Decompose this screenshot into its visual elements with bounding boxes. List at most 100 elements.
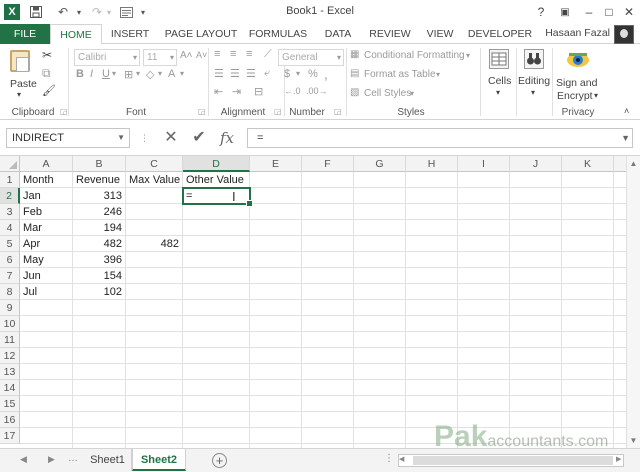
scroll-thumb[interactable] [413, 456, 613, 465]
insert-function-button[interactable]: fx [214, 128, 240, 148]
scroll-left-icon[interactable]: ◀ [399, 455, 404, 463]
conditional-formatting-dropdown-icon[interactable]: ▾ [466, 51, 470, 60]
tab-data[interactable]: DATA [316, 24, 360, 44]
column-header-d[interactable]: D [183, 156, 250, 172]
avatar[interactable] [614, 25, 634, 44]
tab-review[interactable]: REVIEW [364, 24, 416, 44]
formula-input[interactable]: = ▼ [247, 128, 633, 148]
column-header-e[interactable]: E [250, 156, 302, 172]
cut-icon[interactable]: ✂ [42, 48, 52, 62]
row-header-8[interactable]: 8 [0, 284, 20, 300]
cell-a3[interactable]: Feb [20, 204, 73, 220]
tab-formulas[interactable]: FORMULAS [244, 24, 312, 44]
cell-a5[interactable]: Apr [20, 236, 73, 252]
row-header-16[interactable]: 16 [0, 412, 20, 428]
sign-encrypt-line2[interactable]: Encrypt [557, 90, 593, 102]
decrease-decimal-icon[interactable]: .00→ [306, 86, 328, 96]
format-painter-icon[interactable]: 🖌 [42, 84, 56, 97]
cell-c2[interactable] [126, 188, 183, 204]
sheets-menu-icon[interactable]: … [68, 453, 78, 464]
tab-developer[interactable]: DEVELOPER [466, 24, 534, 44]
cell-styles-dropdown-icon[interactable]: ▾ [410, 89, 414, 98]
next-sheet-icon[interactable]: ▶ [48, 454, 55, 465]
vertical-scrollbar[interactable]: ▲ ▼ [626, 156, 640, 448]
wrap-text-icon[interactable]: ⤶ [264, 67, 270, 80]
row-header-5[interactable]: 5 [0, 236, 20, 252]
row-header-7[interactable]: 7 [0, 268, 20, 284]
borders-icon[interactable]: ⊞ [124, 68, 133, 81]
cell-c1[interactable]: Max Value [126, 172, 183, 188]
cell-c5[interactable]: 482 [126, 236, 183, 252]
editing-dropdown-icon[interactable]: ▾ [531, 88, 535, 97]
sign-encrypt-line1[interactable]: Sign and [556, 77, 597, 89]
row-header-3[interactable]: 3 [0, 204, 20, 220]
scroll-down-icon[interactable]: ▼ [627, 434, 640, 447]
cell-c7[interactable] [126, 268, 183, 284]
align-top-icon[interactable]: ≡ [214, 48, 220, 60]
row-header-10[interactable]: 10 [0, 316, 20, 332]
merge-center-icon[interactable]: ⊟ [254, 85, 263, 98]
fill-color-icon[interactable]: ◇ [146, 68, 154, 81]
cell-a1[interactable]: Month [20, 172, 73, 188]
tab-file[interactable]: FILE [0, 24, 50, 44]
cell-a4[interactable]: Mar [20, 220, 73, 236]
tab-home[interactable]: HOME [50, 24, 102, 45]
cell-a8[interactable]: Jul [20, 284, 73, 300]
help-icon[interactable]: ? [530, 2, 552, 22]
underline-dropdown-icon[interactable]: ▾ [112, 69, 116, 78]
sheet-tab-sheet2[interactable]: Sheet2 [132, 449, 186, 471]
cells-dropdown-icon[interactable]: ▾ [496, 88, 500, 97]
worksheet-grid[interactable]: A B C D E F G H I J K 1 2 3 4 5 6 7 8 9 … [0, 156, 626, 448]
cell-a6[interactable]: May [20, 252, 73, 268]
row-header-6[interactable]: 6 [0, 252, 20, 268]
active-cell-d2[interactable]: = I [182, 187, 253, 207]
bold-button[interactable]: B [76, 68, 84, 80]
conditional-formatting-button[interactable]: Conditional Formatting [364, 50, 465, 61]
maximize-icon[interactable]: □ [598, 2, 620, 22]
decrease-indent-icon[interactable]: ⇤ [214, 85, 223, 98]
editing-button[interactable]: Editing [518, 75, 550, 87]
row-header-14[interactable]: 14 [0, 380, 20, 396]
cell-styles-icon[interactable]: ▧ [350, 87, 359, 98]
add-sheet-button[interactable]: + [212, 453, 227, 468]
expand-formula-bar-icon[interactable]: ▼ [621, 129, 630, 147]
font-color-icon[interactable]: A [168, 68, 175, 80]
collapse-ribbon-icon[interactable]: ˄ [624, 106, 629, 116]
currency-button[interactable]: $ [284, 68, 290, 80]
scroll-right-icon[interactable]: ▶ [616, 455, 621, 463]
font-size-select[interactable]: 11 ▾ [143, 49, 177, 66]
decrease-font-icon[interactable]: A˅ [196, 50, 207, 60]
row-header-2[interactable]: 2 [0, 188, 20, 204]
column-header-j[interactable]: J [510, 156, 562, 172]
currency-dropdown-icon[interactable]: ▾ [296, 69, 300, 78]
cell-b4[interactable]: 194 [73, 220, 126, 236]
italic-button[interactable]: I [90, 68, 93, 80]
cell-c3[interactable] [126, 204, 183, 220]
increase-decimal-icon[interactable]: ←.0 [284, 86, 301, 96]
column-header-h[interactable]: H [406, 156, 458, 172]
enter-icon[interactable]: ✔ [186, 128, 212, 148]
copy-icon[interactable]: ⧉ [42, 66, 51, 81]
tab-page-layout[interactable]: PAGE LAYOUT [160, 24, 242, 44]
row-header-12[interactable]: 12 [0, 348, 20, 364]
sign-encrypt-icon[interactable] [566, 47, 590, 73]
font-launcher-icon[interactable]: ◲ [198, 107, 206, 116]
prev-sheet-icon[interactable]: ◀ [20, 454, 27, 465]
cell-b8[interactable]: 102 [73, 284, 126, 300]
row-header-17[interactable]: 17 [0, 428, 20, 444]
font-family-select[interactable]: Calibri ▾ [74, 49, 140, 66]
column-header-f[interactable]: F [302, 156, 354, 172]
paste-dropdown-icon[interactable]: ▾ [17, 90, 21, 99]
align-right-icon[interactable]: ☰ [246, 67, 256, 80]
sign-encrypt-dropdown-icon[interactable]: ▾ [594, 91, 598, 100]
format-as-table-icon[interactable]: ▤ [350, 68, 359, 79]
cell-a7[interactable]: Jun [20, 268, 73, 284]
name-box[interactable]: INDIRECT ▼ [6, 128, 130, 148]
select-all-button[interactable] [0, 156, 20, 172]
paste-icon[interactable] [10, 50, 30, 72]
column-header-b[interactable]: B [73, 156, 126, 172]
tab-insert[interactable]: INSERT [104, 24, 156, 44]
column-header-i[interactable]: I [458, 156, 510, 172]
conditional-formatting-icon[interactable]: ▦ [350, 49, 359, 60]
cells-icon[interactable] [489, 49, 509, 69]
